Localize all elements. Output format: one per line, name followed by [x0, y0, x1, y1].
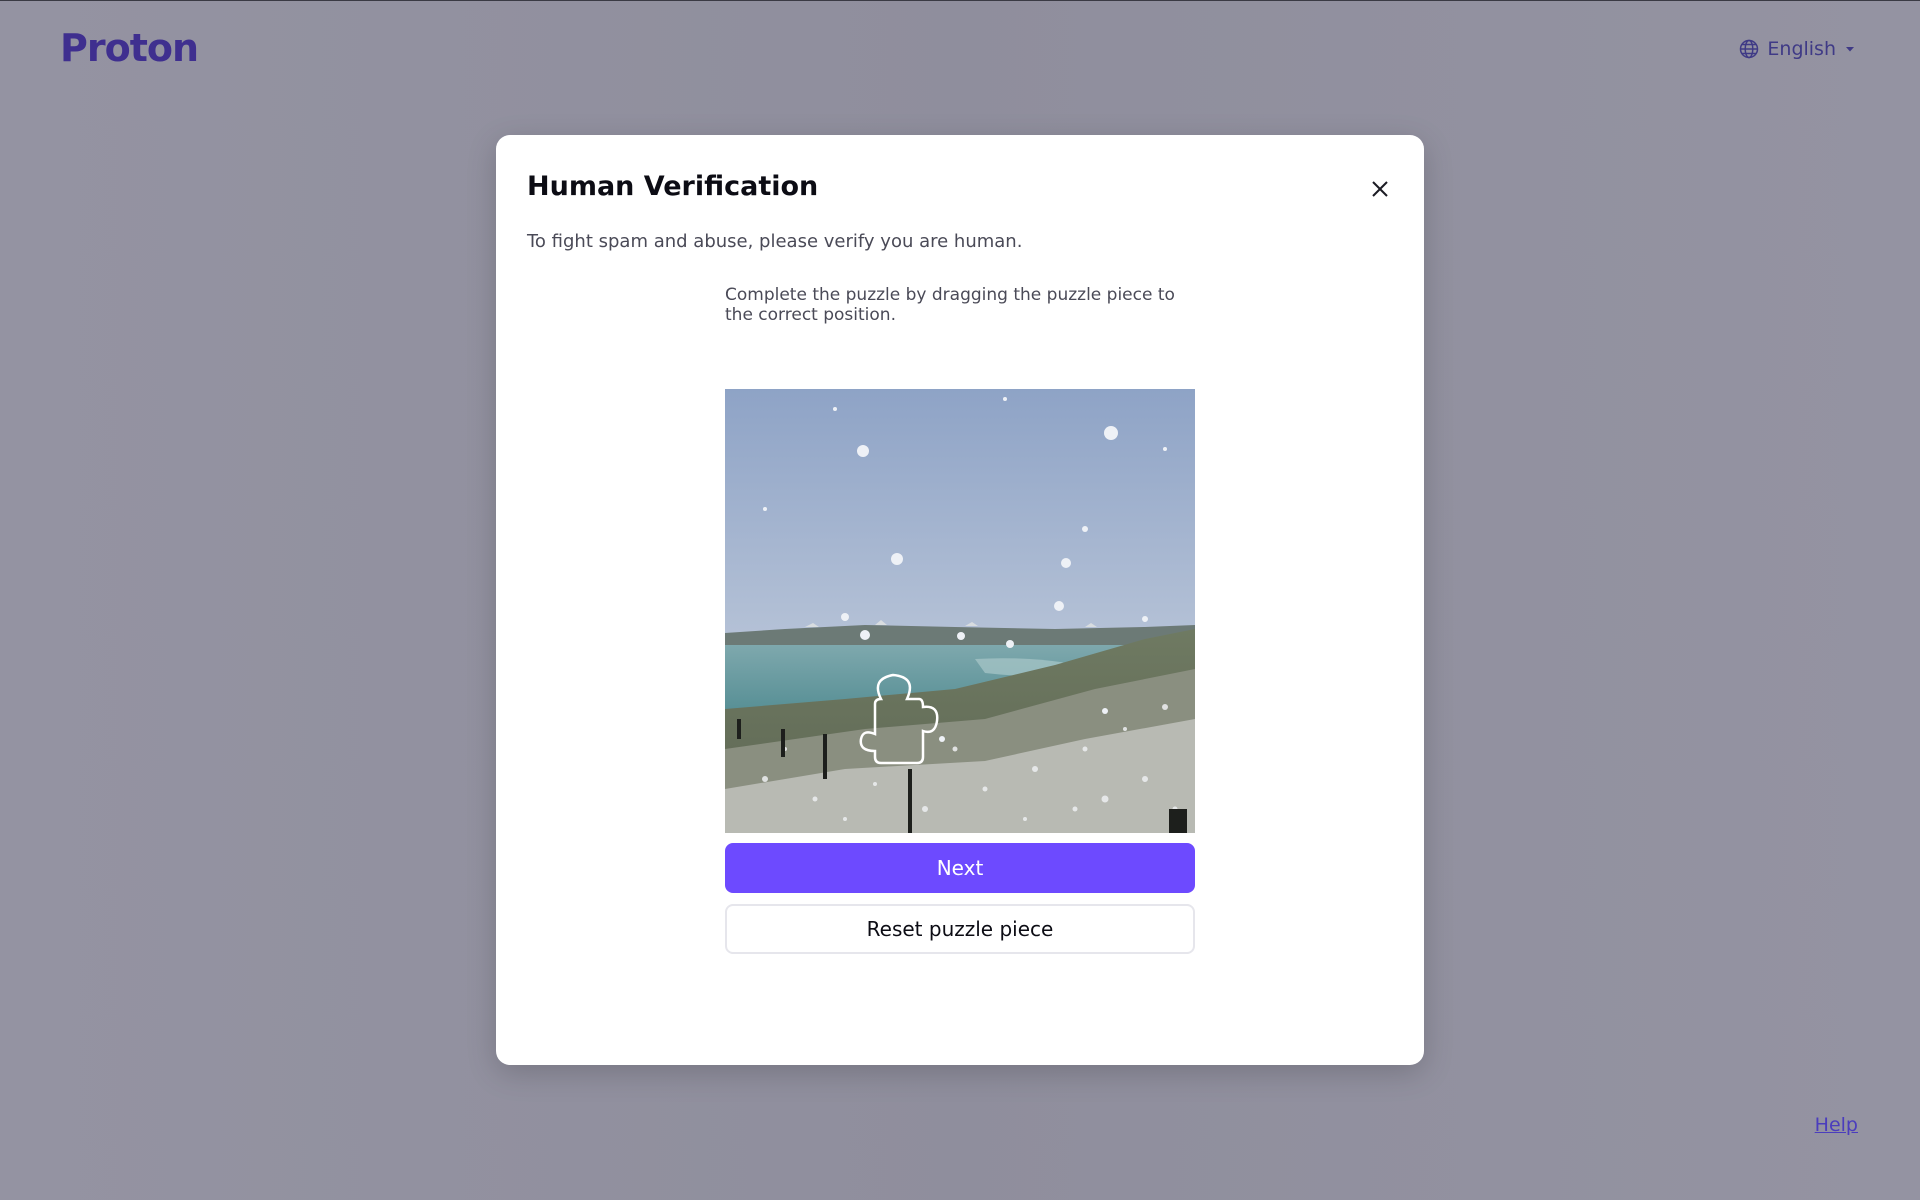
reset-puzzle-button[interactable]: Reset puzzle piece — [725, 904, 1195, 954]
globe-icon — [1739, 39, 1759, 59]
dialog-title: Human Verification — [527, 171, 819, 202]
dialog-description: To fight spam and abuse, please verify y… — [527, 231, 1023, 252]
language-label: English — [1767, 38, 1836, 60]
proton-logo[interactable]: Proton — [60, 26, 199, 70]
next-button[interactable]: Next — [725, 843, 1195, 893]
close-button[interactable] — [1366, 175, 1394, 203]
puzzle-canvas[interactable] — [725, 389, 1195, 833]
puzzle-instructions: Complete the puzzle by dragging the puzz… — [725, 285, 1175, 325]
caret-down-icon — [1844, 43, 1856, 55]
top-border — [0, 0, 1920, 1]
puzzle-background-image — [725, 389, 1195, 833]
help-link[interactable]: Help — [1815, 1114, 1858, 1136]
language-selector[interactable]: English — [1739, 38, 1856, 60]
human-verification-dialog: Human Verification To fight spam and abu… — [496, 135, 1424, 1065]
close-icon — [1366, 181, 1394, 207]
